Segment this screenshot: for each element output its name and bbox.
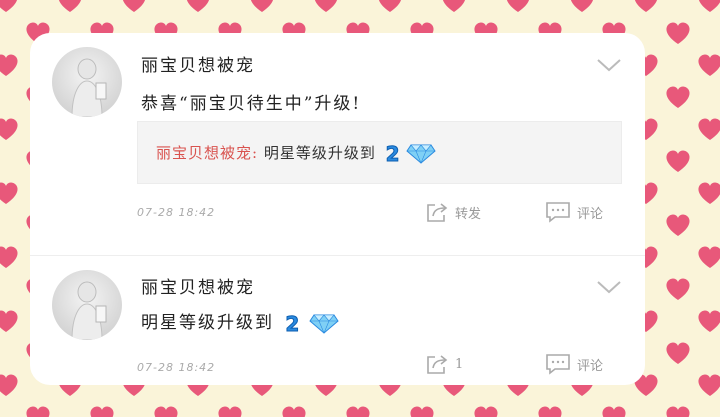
level-number: 2 [385, 142, 401, 167]
repost-icon [427, 355, 448, 374]
comment-button[interactable]: 评论 [545, 201, 603, 223]
post-time: 07-28 18:42 [137, 361, 216, 374]
comment-label: 评论 [577, 206, 604, 222]
post-content: 明星等级升级到 2 [141, 308, 339, 336]
repost-author-link[interactable]: 丽宝贝想被宠: [156, 144, 258, 162]
diamond-icon [309, 314, 339, 334]
avatar[interactable] [52, 270, 122, 340]
repost-label: 转发 [455, 206, 482, 222]
username[interactable]: 丽宝贝想被宠 [141, 273, 255, 298]
comment-icon [546, 354, 570, 375]
chevron-down-icon[interactable] [595, 279, 623, 295]
diamond-icon [406, 144, 436, 164]
comment-icon [546, 202, 570, 223]
repost-count: 1 [455, 356, 464, 372]
comment-label: 评论 [577, 358, 604, 374]
repost-box[interactable]: 丽宝贝想被宠: 明星等级升级到 2 [137, 121, 622, 184]
username[interactable]: 丽宝贝想被宠 [141, 51, 255, 76]
avatar-figure-icon [71, 58, 107, 117]
weibo-feed-card: 丽宝贝想被宠 恭喜“丽宝贝待生中”升级! 丽宝贝想被宠: 明星等级升级到 2 0… [30, 33, 645, 385]
repost-icon [427, 203, 448, 222]
post-content-text: 明星等级升级到 [141, 313, 274, 333]
level-badge: 2 [385, 142, 437, 167]
post-content: 恭喜“丽宝贝待生中”升级! [141, 94, 362, 114]
post-item: 丽宝贝想被宠 恭喜“丽宝贝待生中”升级! 丽宝贝想被宠: 明星等级升级到 2 0… [30, 33, 645, 255]
repost-button[interactable]: 转发 [425, 201, 481, 223]
post-item: 丽宝贝想被宠 明星等级升级到 2 07-28 18:42 1 评论 [30, 255, 645, 385]
repost-button[interactable]: 1 [425, 353, 463, 375]
avatar-figure-icon [71, 281, 107, 340]
level-badge: 2 [285, 311, 339, 336]
level-number: 2 [285, 311, 302, 336]
avatar[interactable] [52, 47, 122, 117]
chevron-down-icon[interactable] [595, 57, 623, 73]
post-time: 07-28 18:42 [137, 206, 216, 219]
comment-button[interactable]: 评论 [545, 353, 603, 375]
repost-text: 明星等级升级到 [258, 144, 376, 162]
